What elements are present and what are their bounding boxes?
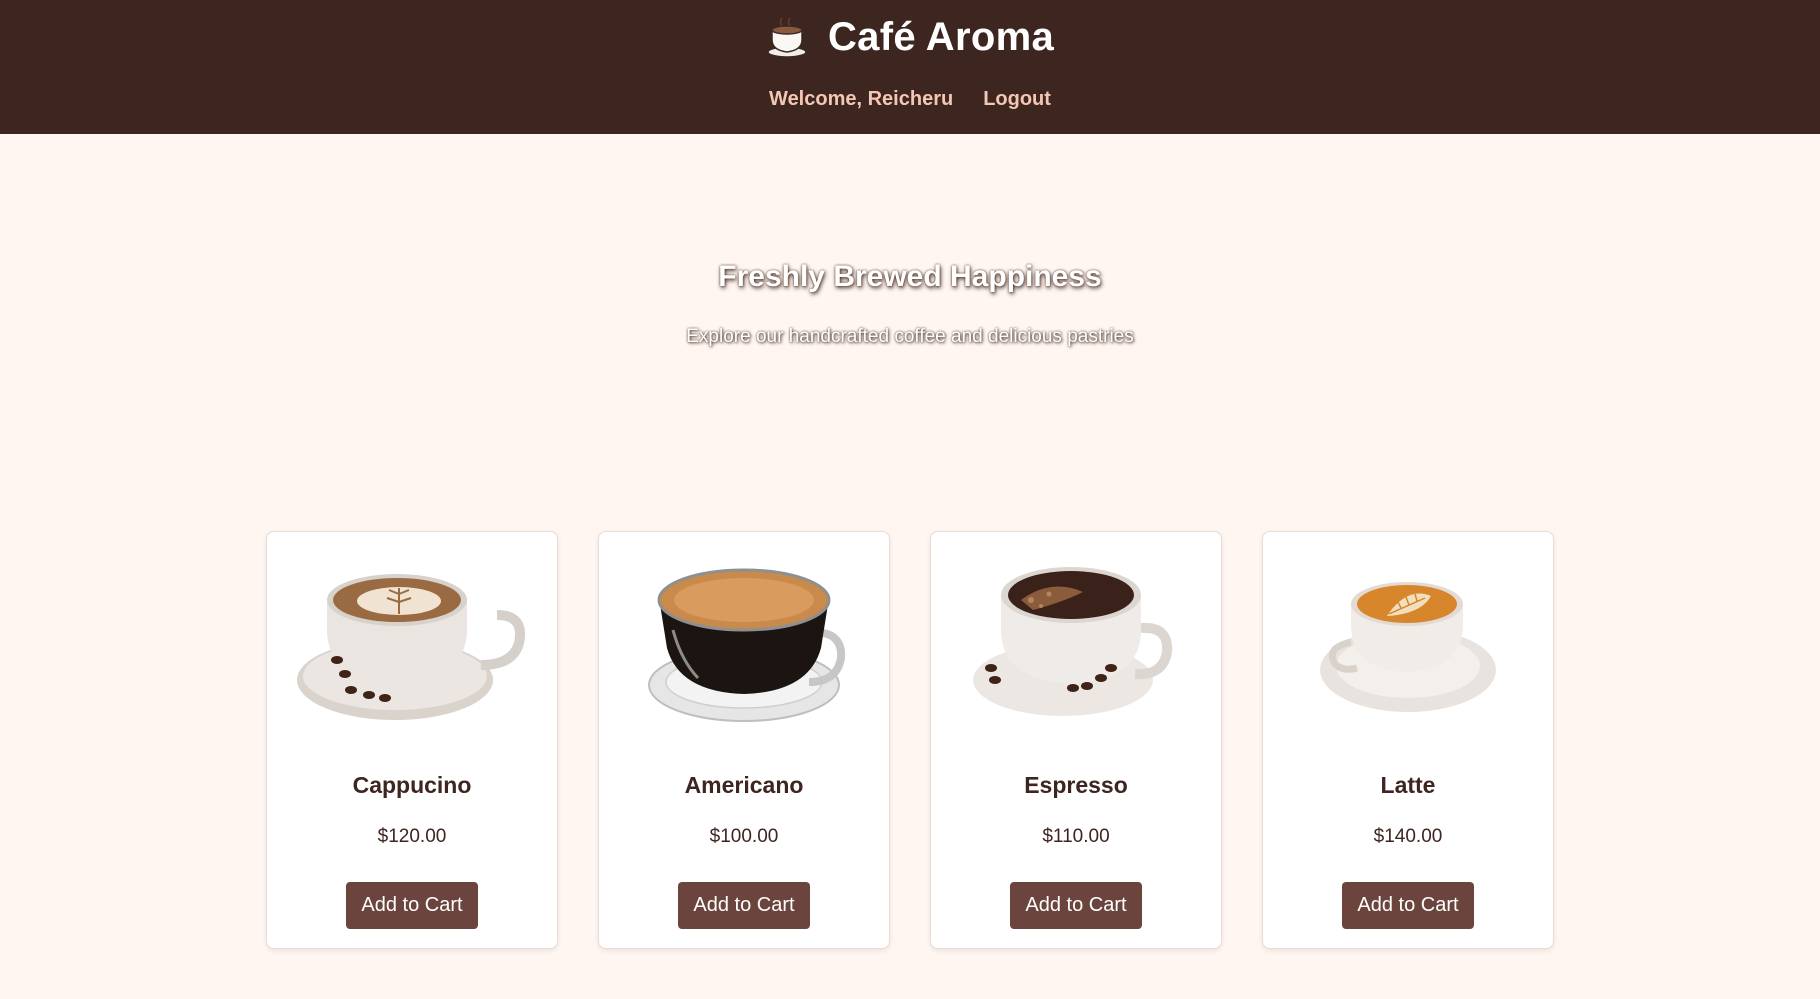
product-name: Espresso — [1024, 772, 1128, 798]
product-grid: Cappucino $120.00 Add to Cart Americano … — [266, 531, 1554, 949]
user-nav: Welcome, Reicheru Logout — [0, 88, 1820, 111]
add-to-cart-button[interactable]: Add to Cart — [1010, 882, 1142, 929]
product-card-cappucino: Cappucino $120.00 Add to Cart — [266, 531, 558, 949]
add-to-cart-button[interactable]: Add to Cart — [1342, 882, 1474, 929]
product-price: $100.00 — [709, 826, 779, 847]
logout-link[interactable]: Logout — [983, 88, 1051, 111]
coffee-cup-icon — [767, 17, 810, 58]
product-price: $110.00 — [1042, 826, 1110, 847]
product-price: $120.00 — [377, 826, 447, 847]
latte-cup-image — [1320, 582, 1496, 712]
product-card-latte: Latte $140.00 Add to Cart — [1262, 531, 1554, 949]
product-name: Cappucino — [352, 772, 472, 798]
hero-subtitle: Explore our handcrafted coffee and delic… — [686, 326, 1134, 347]
product-card-espresso: Espresso $110.00 Add to Cart — [930, 531, 1222, 949]
brand-title: Café Aroma — [827, 14, 1055, 59]
product-name: Latte — [1380, 772, 1436, 798]
product-card-americano: Americano $100.00 Add to Cart — [598, 531, 890, 949]
americano-glass-cup-image — [648, 568, 846, 722]
espresso-cup-image — [973, 567, 1173, 716]
cappuccino-cup-image — [297, 574, 525, 720]
add-to-cart-button[interactable]: Add to Cart — [346, 882, 478, 929]
brand: Café Aroma — [0, 8, 1820, 66]
site-header: Café Aroma Welcome, Reicheru Logout — [0, 0, 1820, 134]
add-to-cart-button[interactable]: Add to Cart — [678, 882, 810, 929]
product-price: $140.00 — [1373, 826, 1443, 847]
hero-title: Freshly Brewed Happiness — [718, 260, 1102, 293]
product-name: Americano — [684, 772, 804, 798]
welcome-text: Welcome, Reicheru — [769, 88, 954, 110]
